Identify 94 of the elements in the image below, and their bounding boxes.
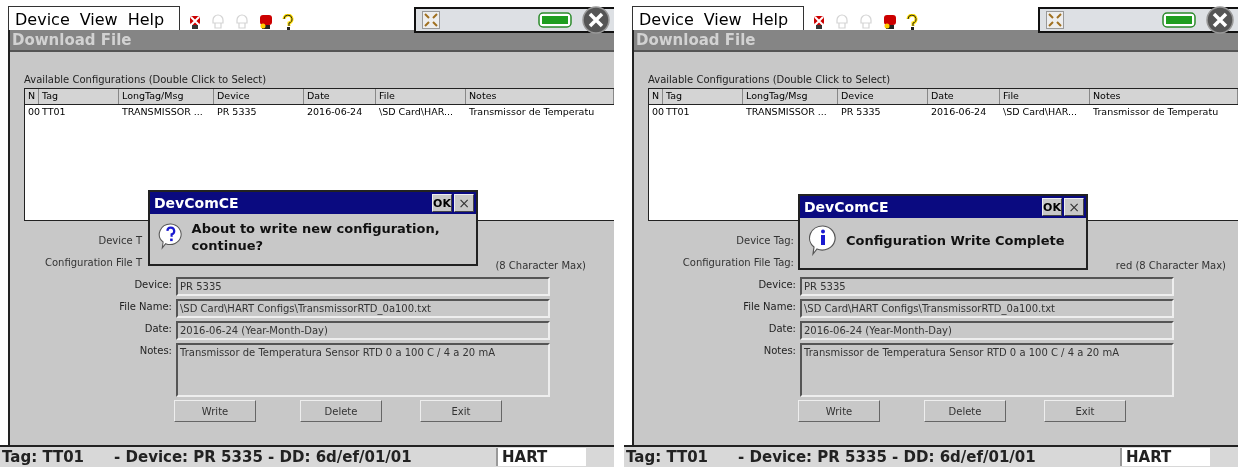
input-field[interactable]: \SD Card\HART Configs\TransmissorRTD_0a100.txt (176, 299, 550, 318)
menu-item[interactable]: Help (751, 9, 789, 30)
status-protocol: HART (496, 448, 586, 466)
menu-item[interactable]: View (703, 9, 742, 30)
shrink-icon[interactable] (1046, 11, 1064, 29)
field-label: Configuration File Tag: (681, 256, 794, 270)
field-label: Date: (767, 322, 797, 336)
table-cell-text: \SD Card\HAR... (1002, 105, 1078, 119)
input-field[interactable]: 2016-06-24 (Year-Month-Day) (800, 321, 1174, 340)
table-cell-text: PR 5335 (840, 105, 882, 119)
menu-item[interactable]: Help (127, 9, 165, 30)
column-header[interactable]: File (376, 89, 466, 104)
column-header[interactable]: Tag (663, 89, 743, 104)
menu-item[interactable]: Device (15, 9, 70, 30)
status-protocol: HART (1120, 448, 1210, 466)
input-field[interactable]: PR 5335 (800, 277, 1174, 296)
window-title: Download File (10, 30, 614, 52)
ok-button[interactable]: OK (432, 194, 452, 212)
dialog-button[interactable]: Write (798, 400, 880, 422)
status-device: - Device: PR 5335 - DD: 6d/ef/01/01 (114, 448, 412, 466)
status-tag: Tag: TT01 (626, 448, 709, 466)
dialog-title: DevComCE (154, 195, 239, 211)
field-label: Notes: (762, 344, 797, 358)
field-label: File Name: (118, 300, 173, 314)
dialog-button[interactable]: Exit (1044, 400, 1126, 422)
column-header[interactable]: Date (928, 89, 1000, 104)
table-cell-text: Transmissor de Temperatu (1092, 105, 1220, 119)
ok-button[interactable]: OK (1042, 198, 1062, 216)
question-icon (158, 220, 184, 252)
table-cell-text: 00 (27, 105, 39, 119)
table-caption: Available Configurations (Double Click to Select) (24, 73, 268, 87)
table-cell-text: PR 5335 (216, 105, 258, 119)
field-label: Configuration File T (43, 256, 142, 270)
table-cell-text: Transmissor de Temperatu (468, 105, 596, 119)
column-header[interactable]: N (25, 89, 39, 104)
help-icon[interactable] (906, 14, 918, 30)
field-label: Device: (757, 278, 797, 292)
column-header[interactable]: Notes (1090, 89, 1238, 104)
info-icon (808, 224, 838, 256)
dialog-button[interactable]: Delete (924, 400, 1006, 422)
close-button[interactable]: × (1064, 198, 1084, 216)
input-field[interactable]: \SD Card\HART Configs\TransmissorRTD_0a100.txt (800, 299, 1174, 318)
table-caption: Available Configurations (Double Click to Select) (648, 73, 892, 87)
dialog-message: About to write new configuration, continue? (191, 220, 441, 254)
input-field[interactable]: Transmissor de Temperatura Sensor RTD 0 a 100 C / 4 a 20 mA (176, 343, 550, 397)
column-header[interactable]: Device (838, 89, 928, 104)
device-key-icon[interactable] (258, 14, 274, 30)
menu-item[interactable]: View (79, 9, 118, 30)
device-key-icon[interactable] (882, 14, 898, 30)
table-cell-text: 2016-06-24 (306, 105, 364, 119)
device-error-icon[interactable] (812, 14, 826, 30)
dialog-message: Configuration Write Complete (846, 231, 1065, 249)
table-cell-text: TRANSMISSOR ... (745, 105, 828, 119)
column-header[interactable]: Tag (39, 89, 119, 104)
table-cell-text: TRANSMISSOR ... (121, 105, 204, 119)
window-title: Download File (634, 30, 1238, 52)
shrink-icon[interactable] (422, 11, 440, 29)
column-header[interactable]: Notes (466, 89, 614, 104)
status-tag: Tag: TT01 (2, 448, 85, 466)
battery-icon (538, 12, 572, 28)
help-icon[interactable] (282, 14, 294, 30)
dialog-button[interactable]: Write (174, 400, 256, 422)
field-label: Device Tag: (735, 234, 794, 248)
column-header[interactable]: Device (214, 89, 304, 104)
input-field[interactable]: Transmissor de Temperatura Sensor RTD 0 a 100 C / 4 a 20 mA (800, 343, 1174, 397)
column-header[interactable]: LongTag/Msg (119, 89, 214, 104)
input-field[interactable]: PR 5335 (176, 277, 550, 296)
table-cell-text: TT01 (665, 105, 691, 119)
field-hint: (8 Character Max) (495, 259, 586, 273)
column-header[interactable]: N (649, 89, 663, 104)
table-cell-text: \SD Card\HAR... (378, 105, 454, 119)
battery-icon (1162, 12, 1196, 28)
close-icon[interactable] (1206, 6, 1234, 34)
table-cell-text: 00 (651, 105, 663, 119)
column-header[interactable]: File (1000, 89, 1090, 104)
input-field[interactable]: 2016-06-24 (Year-Month-Day) (176, 321, 550, 340)
column-header[interactable]: LongTag/Msg (743, 89, 838, 104)
menu-item[interactable]: Device (639, 9, 694, 30)
table-cell-text: 2016-06-24 (930, 105, 988, 119)
dialog-button[interactable]: Delete (300, 400, 382, 422)
dialog-button[interactable]: Exit (420, 400, 502, 422)
table-cell-text: TT01 (41, 105, 67, 119)
field-label: Notes: (138, 344, 173, 358)
field-label: Device: (133, 278, 173, 292)
dialog-title: DevComCE (804, 199, 889, 215)
field-label: File Name: (742, 300, 797, 314)
field-hint: red (8 Character Max) (1115, 259, 1226, 273)
close-button[interactable]: × (454, 194, 474, 212)
close-icon[interactable] (582, 6, 610, 34)
column-header[interactable]: Date (304, 89, 376, 104)
field-label: Date: (143, 322, 173, 336)
device-error-icon[interactable] (188, 14, 202, 30)
status-device: - Device: PR 5335 - DD: 6d/ef/01/01 (738, 448, 1036, 466)
field-label: Device T (97, 234, 142, 248)
